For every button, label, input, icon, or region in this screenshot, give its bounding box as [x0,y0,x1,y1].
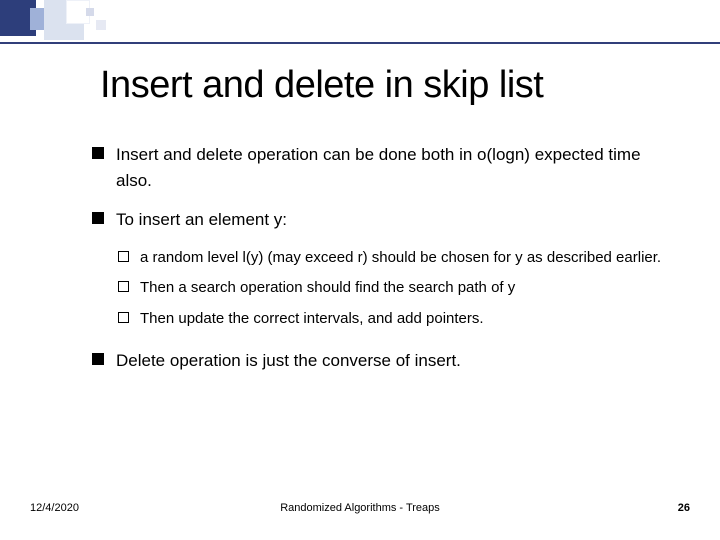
square-outline-icon [118,312,129,323]
square-filled-icon [92,353,104,365]
deco-square [96,20,106,30]
bullet-level2: Then update the correct intervals, and a… [118,308,672,331]
deco-square [86,8,94,16]
square-outline-icon [118,251,129,262]
footer-title: Randomized Algorithms - Treaps [0,502,720,514]
square-filled-icon [92,212,104,224]
bullet-text: Then a search operation should find the … [140,279,515,296]
bullet-text: Delete operation is just the converse of… [116,351,461,370]
bullet-level2: Then a search operation should find the … [118,277,672,300]
square-filled-icon [92,147,104,159]
bullet-text: Then update the correct intervals, and a… [140,310,484,327]
square-outline-icon [118,281,129,292]
bullet-text: To insert an element y: [116,210,287,229]
slide-decoration [0,0,140,46]
bullet-level1: To insert an element y: [92,207,672,233]
bullet-level1: Delete operation is just the converse of… [92,348,672,374]
slide-body: Insert and delete operation can be done … [92,132,672,388]
slide-title: Insert and delete in skip list [100,64,660,107]
footer-page: 26 [678,502,690,514]
bullet-text: a random level l(y) (may exceed r) shoul… [140,249,661,266]
horizontal-rule [0,42,720,44]
bullet-text: Insert and delete operation can be done … [116,145,641,190]
bullet-level1: Insert and delete operation can be done … [92,142,672,193]
bullet-level2: a random level l(y) (may exceed r) shoul… [118,247,672,270]
